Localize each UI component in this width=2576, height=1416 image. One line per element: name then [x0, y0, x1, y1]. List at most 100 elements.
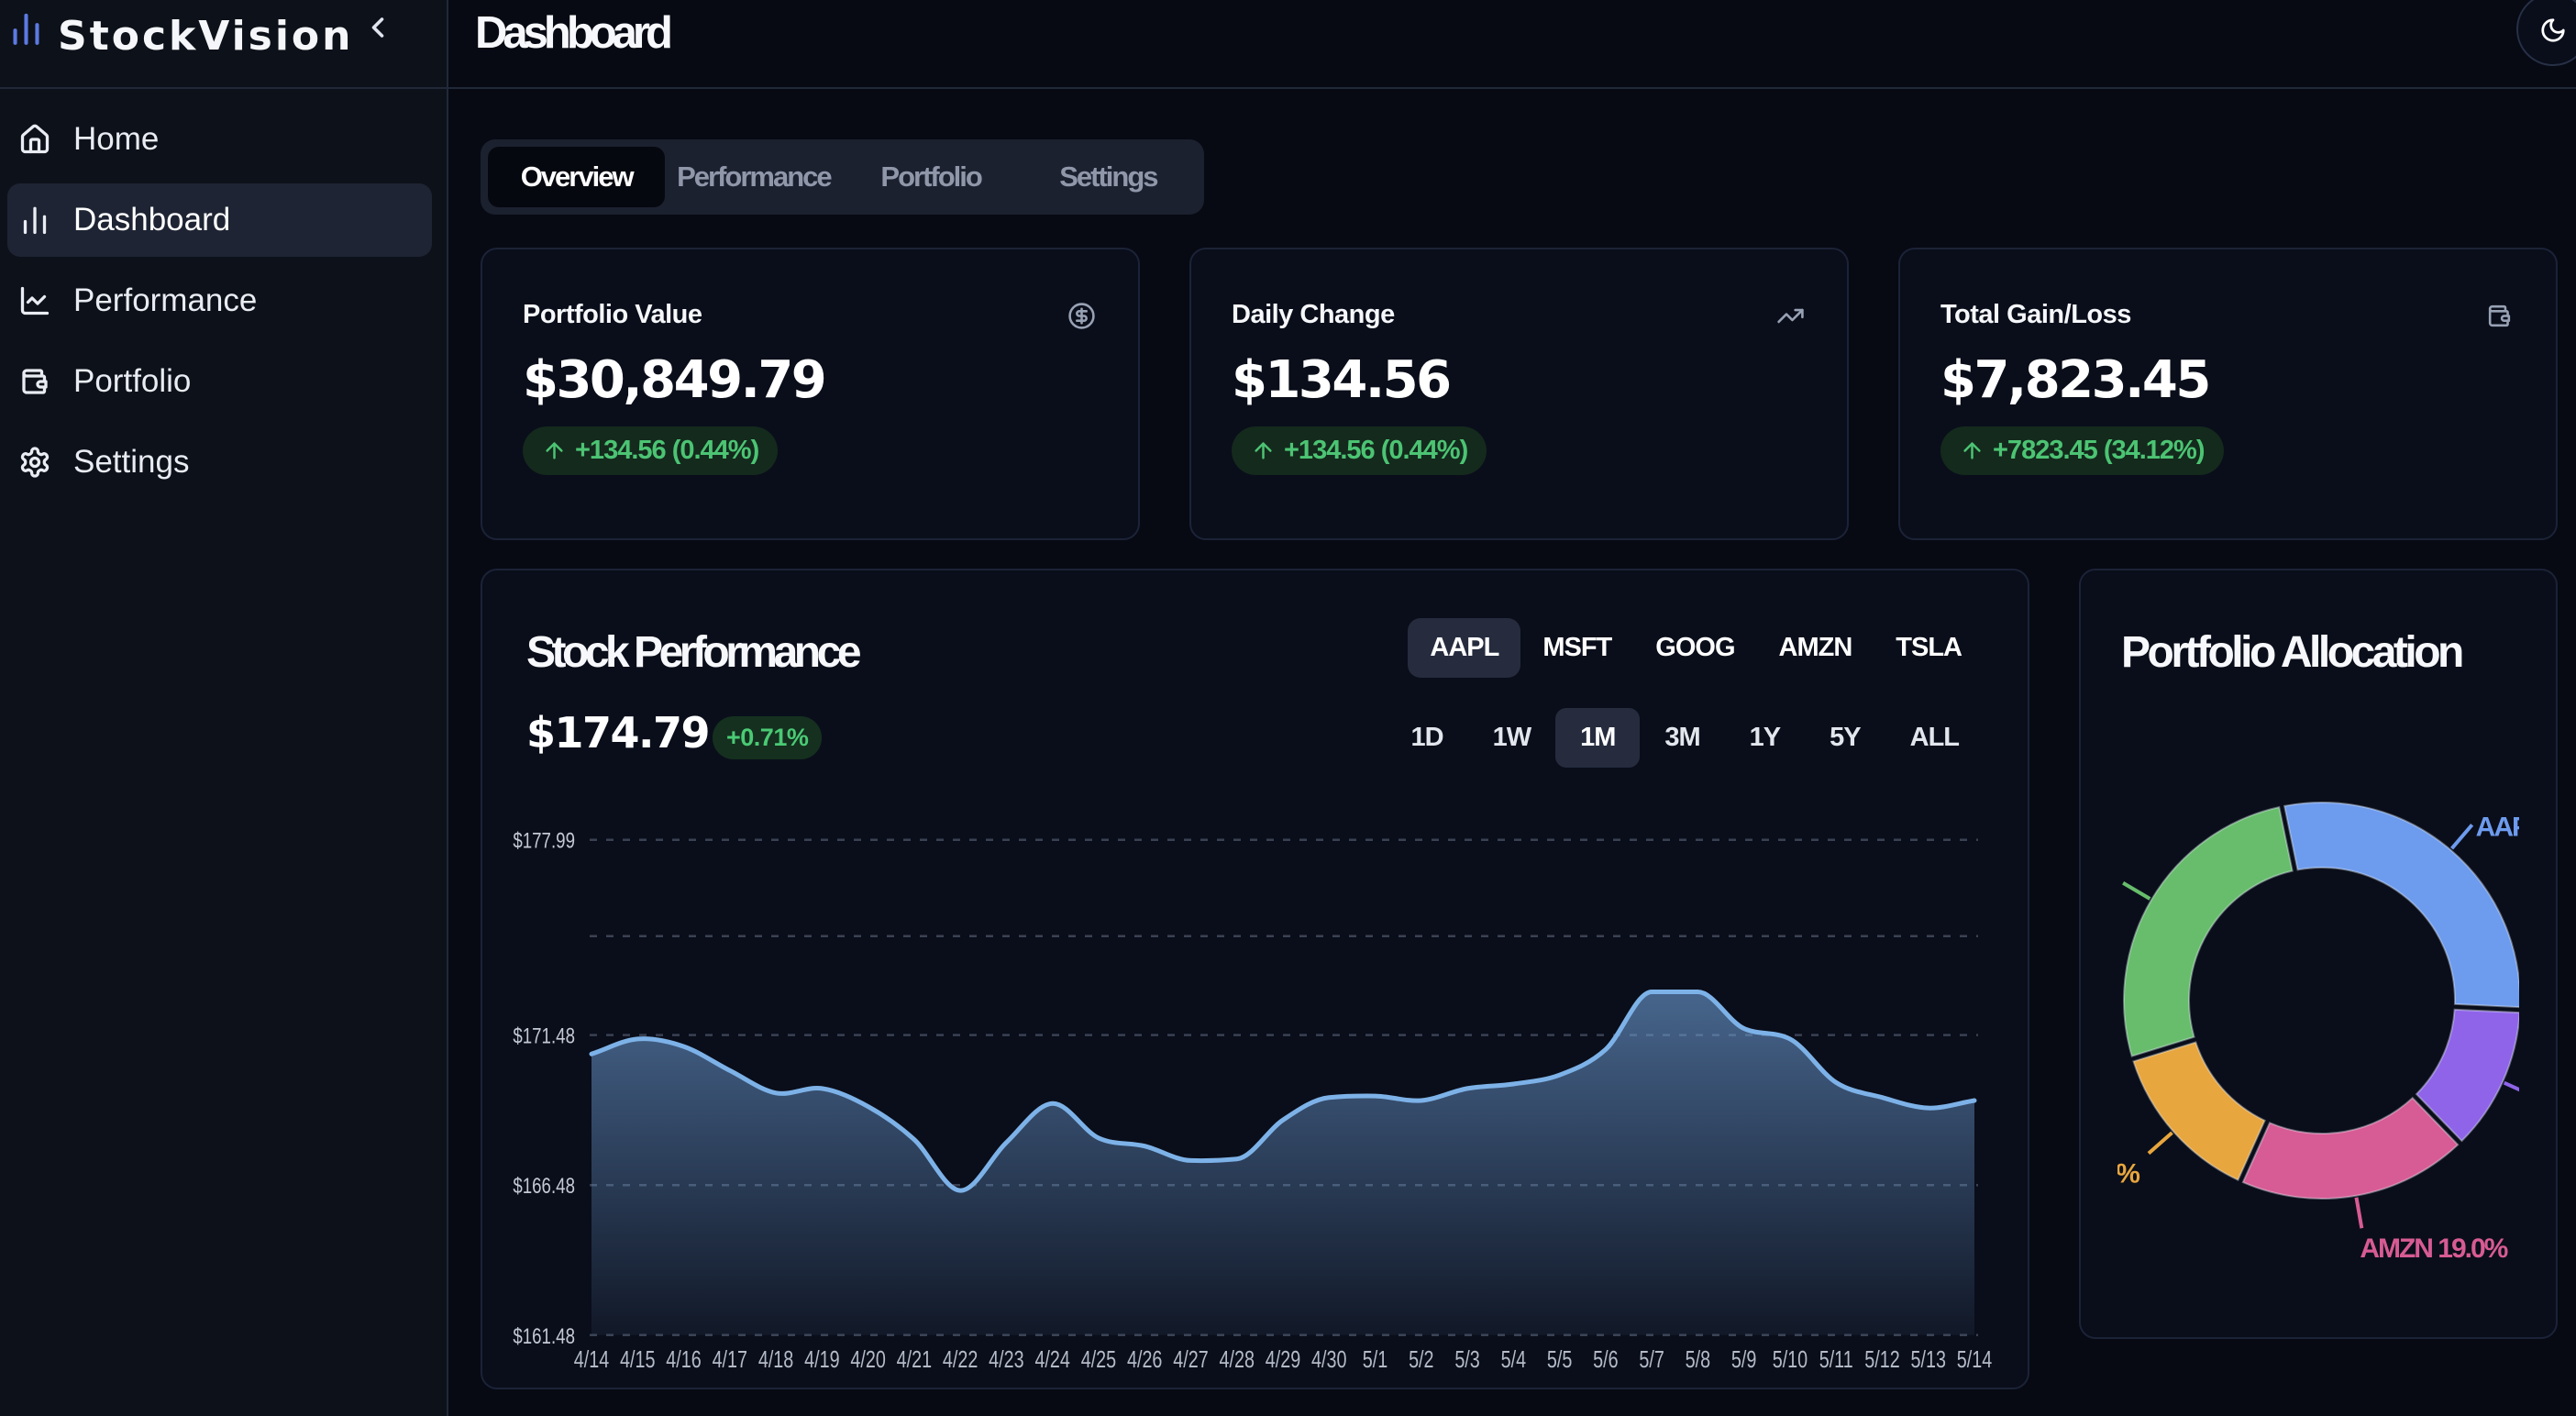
stat-card-change-badge: +134.56 (0.44%)	[1232, 426, 1487, 475]
bar-chart-icon	[18, 204, 51, 237]
stat-card-change-text: +134.56 (0.44%)	[1284, 436, 1467, 466]
stat-card-change-badge: +7823.45 (34.12%)	[1940, 426, 2224, 475]
stat-card-title: Portfolio Value	[523, 300, 702, 330]
x-axis-label: 5/6	[1593, 1345, 1618, 1372]
theme-toggle-button[interactable]	[2516, 0, 2576, 66]
moon-icon	[2539, 17, 2567, 44]
x-axis-label: 5/9	[1731, 1345, 1756, 1372]
price-area-fill	[591, 992, 1974, 1335]
allocation-slice-msft[interactable]	[2124, 807, 2293, 1056]
x-axis-label: 4/26	[1127, 1345, 1162, 1372]
stat-card-total-gain-loss: Total Gain/Loss $7,823.45 +7823.45 (34.12%…	[1898, 248, 2558, 540]
arrow-up-icon	[542, 438, 567, 463]
stat-card-value: $134.56	[1232, 350, 1805, 410]
brand-bar-chart-icon	[7, 10, 45, 48]
sidebar: StockVision Home Dashboard Performance Port…	[0, 0, 448, 1416]
home-icon	[18, 123, 51, 156]
allocation-label-line-tsla	[2504, 1083, 2519, 1096]
sidebar-collapse-button[interactable]	[361, 11, 394, 44]
sidebar-item-label: Dashboard	[73, 202, 230, 238]
tab-overview[interactable]: Overview	[488, 147, 665, 207]
trending-up-icon	[1776, 302, 1805, 330]
x-axis-label: 4/14	[574, 1345, 610, 1372]
stat-cards-row: Portfolio Value$30,849.79+134.56 (0.44%)…	[481, 248, 2558, 540]
sidebar-item-label: Performance	[73, 282, 257, 319]
stat-card-change-text: +134.56 (0.44%)	[575, 436, 758, 466]
x-axis-label: 5/5	[1547, 1345, 1572, 1372]
x-axis-label: 4/30	[1311, 1345, 1346, 1372]
sidebar-nav: Home Dashboard Performance Portfolio Setting…	[0, 89, 447, 520]
y-axis-label: $171.48	[513, 1023, 575, 1048]
x-axis-label: 4/29	[1266, 1345, 1300, 1372]
allocation-slice-goog[interactable]	[2133, 1042, 2264, 1179]
tab-bar: OverviewPerformancePortfolioSettings	[481, 139, 1204, 215]
allocation-label-line-amzn	[2356, 1198, 2361, 1228]
allocation-slice-amzn[interactable]	[2243, 1098, 2458, 1199]
circle-dollar-icon	[1067, 302, 1096, 330]
wallet-icon	[18, 365, 51, 398]
x-axis-label: 4/16	[666, 1345, 701, 1372]
x-axis-label: 5/13	[1911, 1345, 1946, 1372]
sidebar-item-dashboard[interactable]: Dashboard	[7, 183, 432, 257]
allocation-label-amzn: AMZN 19.0%	[2360, 1233, 2507, 1264]
settings-icon	[18, 446, 51, 479]
x-axis-label: 4/27	[1173, 1345, 1208, 1372]
stat-card-change-badge: +134.56 (0.44%)	[523, 426, 778, 475]
x-axis-label: 4/22	[943, 1345, 978, 1372]
x-axis-label: 5/3	[1454, 1345, 1479, 1372]
page-title: Dashboard	[475, 7, 669, 59]
arrow-up-icon	[1960, 438, 1985, 463]
content: OverviewPerformancePortfolioSettings Por…	[448, 89, 2576, 1389]
tab-settings[interactable]: Settings	[1020, 147, 1197, 207]
stat-card-title: Total Gain/Loss	[1940, 300, 2131, 330]
x-axis-label: 4/23	[989, 1345, 1023, 1372]
sidebar-item-label: Home	[73, 121, 159, 158]
y-axis-label: $166.48	[513, 1174, 575, 1199]
allocation-label-goog: GOOG 13.5%	[2117, 1159, 2139, 1189]
x-axis-label: 4/20	[850, 1345, 885, 1372]
stat-card-header: Total Gain/Loss	[1940, 292, 2514, 330]
sidebar-item-portfolio[interactable]: Portfolio	[7, 345, 432, 418]
arrow-up-icon	[1251, 438, 1276, 463]
stat-card-portfolio-value: Portfolio Value$30,849.79+134.56 (0.44%)	[481, 248, 1140, 540]
x-axis-label: 4/24	[1034, 1345, 1070, 1372]
y-axis-label: $177.99	[513, 829, 575, 854]
stat-card-header: Daily Change	[1232, 292, 1805, 330]
sidebar-item-performance[interactable]: Performance	[7, 264, 432, 337]
x-axis-label: 4/18	[758, 1345, 793, 1372]
allocation-label-line-msft	[2123, 883, 2150, 899]
allocation-label-line-goog	[2149, 1133, 2172, 1153]
line-chart-icon	[18, 284, 51, 317]
stat-card-change-text: +7823.45 (34.12%)	[1993, 436, 2205, 466]
sidebar-item-home[interactable]: Home	[7, 103, 432, 176]
allocation-label-aapl: AAPL 29.0%	[2476, 812, 2519, 842]
allocation-donut-chart: AAPL 29.0%TSLA 12.0%AMZN 19.0%GOOG 13.5%…	[2117, 644, 2519, 1300]
x-axis-label: 5/14	[1957, 1345, 1993, 1372]
tab-portfolio[interactable]: Portfolio	[843, 147, 1020, 207]
x-axis-label: 4/28	[1220, 1345, 1255, 1372]
x-axis-label: 5/7	[1639, 1345, 1664, 1372]
y-axis-label: $161.48	[513, 1324, 575, 1349]
x-axis-label: 5/8	[1686, 1345, 1710, 1372]
x-axis-label: 4/17	[713, 1345, 747, 1372]
chevron-left-icon	[361, 11, 394, 44]
x-axis-label: 5/11	[1819, 1345, 1853, 1372]
charts-row: Stock Performance $174.79 +0.71% AAPLMSF…	[481, 569, 2576, 1389]
portfolio-allocation-card: Portfolio Allocation AAPL 29.0%TSLA 12.0…	[2079, 569, 2558, 1339]
tab-performance[interactable]: Performance	[665, 147, 842, 207]
stat-card-value: $7,823.45	[1940, 350, 2514, 410]
brand-name: StockVision	[58, 13, 361, 60]
main-area: Dashboard OverviewPerformancePortfolioSe…	[448, 0, 2576, 1416]
sidebar-item-label: Settings	[73, 444, 189, 481]
stat-card-header: Portfolio Value	[523, 292, 1096, 330]
stat-card-title: Daily Change	[1232, 300, 1395, 330]
app-root: StockVision HomeDashboardPerformancePort…	[0, 0, 2576, 1416]
stock-performance-card: Stock Performance $174.79 +0.71% AAPLMSF…	[481, 569, 2029, 1389]
wallet-icon	[2485, 302, 2514, 330]
sidebar-item-settings[interactable]: Settings	[7, 426, 432, 499]
x-axis-label: 5/10	[1773, 1345, 1808, 1372]
sidebar-item-label: Portfolio	[73, 363, 191, 400]
topbar: Dashboard	[448, 0, 2576, 89]
x-axis-label: 5/4	[1501, 1345, 1527, 1372]
x-axis-label: 5/12	[1864, 1345, 1899, 1372]
